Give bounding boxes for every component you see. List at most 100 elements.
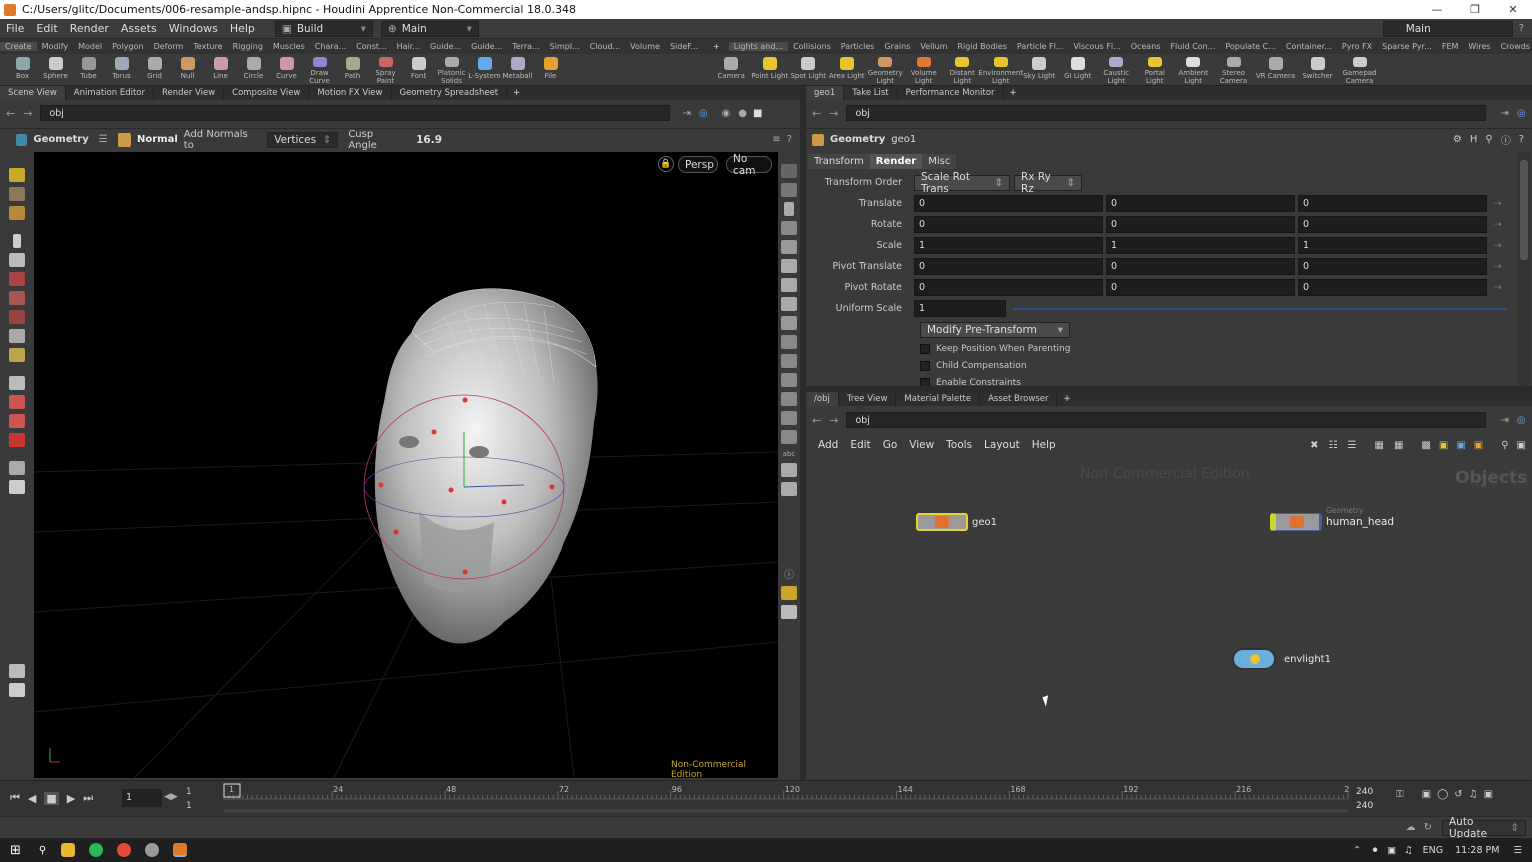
node-name-field[interactable]: geo1 [891, 134, 916, 145]
menu-help[interactable]: Help [224, 22, 261, 35]
restore-button[interactable]: ❐ [1456, 3, 1494, 16]
shelf-tab[interactable]: Texture [188, 42, 227, 51]
help-icon[interactable]: ? [787, 134, 792, 145]
tab-animation-editor[interactable]: Animation Editor [66, 86, 154, 100]
minimize-button[interactable]: — [1418, 3, 1456, 16]
jump-end-icon[interactable]: ⏭ [83, 791, 93, 805]
shelf-tool[interactable]: Geometry Light [866, 54, 905, 85]
normal-display-icon[interactable] [781, 354, 797, 368]
shelf-tool[interactable]: L-System [468, 54, 501, 85]
param-field[interactable]: 1 [1106, 237, 1295, 254]
shelf-tool[interactable]: GI Light [1059, 54, 1098, 85]
shelf-tool[interactable]: Path [336, 54, 369, 85]
stop-icon[interactable]: ■ [44, 791, 59, 805]
auto-update-select[interactable]: Auto Update ⇕ [1442, 816, 1526, 840]
volume-icon[interactable]: ♫ [1404, 845, 1413, 856]
handle-tool-icon[interactable] [9, 329, 25, 343]
shelf-tab[interactable]: Lights and... [728, 42, 789, 51]
maximize-icon[interactable]: ■ [753, 108, 762, 119]
forward-arrow-icon[interactable]: → [829, 414, 838, 427]
rotate-tool-icon[interactable] [9, 291, 25, 305]
shelf-tab[interactable]: Simpl... [545, 42, 585, 51]
end-frame-field[interactable]: 240 [1356, 787, 1373, 797]
shelf-tab[interactable]: Vellum [915, 42, 952, 51]
shelf-tool[interactable]: Sphere [39, 54, 72, 85]
shelf-tool[interactable]: Spray Paint [369, 54, 402, 85]
shelf-tab[interactable]: Guide... [466, 42, 507, 51]
rotate-order-select[interactable]: Rx Ry Rz ⇕ [1014, 171, 1082, 195]
node-geo1-box[interactable] [916, 513, 968, 531]
play-icon[interactable]: ▶ [67, 792, 75, 805]
keyframe-icon[interactable]: ▣ [1422, 789, 1431, 800]
param-field[interactable]: 0 [914, 195, 1103, 212]
layout-icon[interactable] [781, 586, 797, 600]
clock[interactable]: 11:28 PM [1455, 845, 1499, 856]
shelf-tool[interactable]: Box [6, 54, 39, 85]
params-path-field[interactable]: obj [846, 105, 1487, 121]
tab-take-list[interactable]: Take List [844, 86, 898, 100]
shelf-tab[interactable]: Particles [836, 42, 880, 51]
paint-tool-icon[interactable] [9, 206, 25, 220]
audio-icon[interactable]: ♫ [1469, 789, 1478, 800]
node-envlight1[interactable]: envlight1 [1232, 648, 1331, 670]
shelf-tool[interactable]: Tube [72, 54, 105, 85]
note-icon[interactable]: ▣ [1439, 440, 1448, 451]
tab-obj[interactable]: /obj [806, 392, 839, 406]
notifications-icon[interactable]: ☰ [1513, 845, 1522, 856]
tab-motion-fx-view[interactable]: Motion FX View [309, 86, 392, 100]
guide-icon[interactable] [781, 411, 797, 425]
shelf-tab[interactable]: Hair... [392, 42, 425, 51]
brush-tool-icon[interactable] [9, 187, 25, 201]
search-icon[interactable]: ⚲ [1485, 134, 1492, 145]
tab-composite-view[interactable]: Composite View [224, 86, 310, 100]
tab-render[interactable]: Render [869, 153, 923, 169]
search-icon[interactable]: ⚲ [1501, 440, 1508, 451]
shelf-tool[interactable]: Metaball [501, 54, 534, 85]
light-icon[interactable] [781, 259, 797, 273]
shelf-tab[interactable]: Viscous Fl... [1068, 42, 1125, 51]
shelf-tool[interactable]: Font [402, 54, 435, 85]
link-icon[interactable]: ◎ [1517, 415, 1526, 426]
add-tab-icon[interactable]: + [513, 88, 520, 98]
network-editor[interactable]: Non-Commercial Edition Objects geo1 huma… [806, 456, 1530, 778]
shelf-tab[interactable]: Fluid Con... [1165, 42, 1220, 51]
chrome-icon[interactable] [117, 843, 132, 857]
jump-start-icon[interactable]: ⏮ [10, 791, 20, 805]
chevron-up-icon[interactable]: ⌃ [1353, 845, 1361, 856]
tab-scene-view[interactable]: Scene View [0, 86, 66, 100]
object-icon[interactable] [781, 316, 797, 330]
camera-icon[interactable]: ◉ [722, 108, 731, 119]
transform-order-select[interactable]: Scale Rot Trans ⇕ [914, 171, 1010, 195]
param-field[interactable]: 0 [1106, 279, 1295, 296]
snapshot-icon[interactable] [781, 605, 797, 619]
arrow-tool-icon[interactable] [13, 234, 21, 248]
cusp-angle-field[interactable]: 16.9 [410, 131, 773, 148]
shelf-tab[interactable]: Deform [149, 42, 189, 51]
shelf-tab[interactable]: Sparse Pyr... [1377, 42, 1437, 51]
shelf-tool[interactable]: Distant Light [943, 54, 982, 85]
shelf-tab[interactable]: Create [0, 42, 37, 51]
back-arrow-icon[interactable]: ← [6, 107, 15, 120]
shelf-tool[interactable]: Circle [237, 54, 270, 85]
menu-render[interactable]: Render [64, 22, 115, 35]
param-field[interactable]: 0 [1106, 258, 1295, 275]
shelf-tool[interactable]: Draw Curve [303, 54, 336, 85]
info-icon[interactable]: ⓘ [1501, 132, 1511, 147]
tab-material-palette[interactable]: Material Palette [896, 392, 981, 406]
shelf-tool[interactable]: Caustic Light [1097, 54, 1136, 85]
param-field[interactable]: 0 [1298, 216, 1487, 233]
add-tab-icon[interactable]: + [1063, 394, 1070, 404]
pen-icon[interactable] [781, 392, 797, 406]
uniform-scale-field[interactable]: 1 [914, 300, 1006, 317]
step-icon[interactable]: ◀▶ [164, 792, 178, 802]
child-compensation-checkbox[interactable] [920, 360, 930, 371]
param-field[interactable]: 0 [914, 258, 1103, 275]
gear-icon[interactable]: ⚙ [1453, 134, 1462, 145]
spotify-icon[interactable] [89, 843, 104, 857]
shelf-tab[interactable]: FEM [1437, 42, 1464, 51]
back-arrow-icon[interactable]: ← [812, 107, 821, 120]
toolbar-menu-icon[interactable]: ≡ [772, 134, 780, 145]
node-human-head[interactable]: human_head [1270, 513, 1394, 531]
keep-position-checkbox[interactable] [920, 343, 930, 354]
shelf-tab[interactable]: Particle Fl... [1012, 42, 1069, 51]
